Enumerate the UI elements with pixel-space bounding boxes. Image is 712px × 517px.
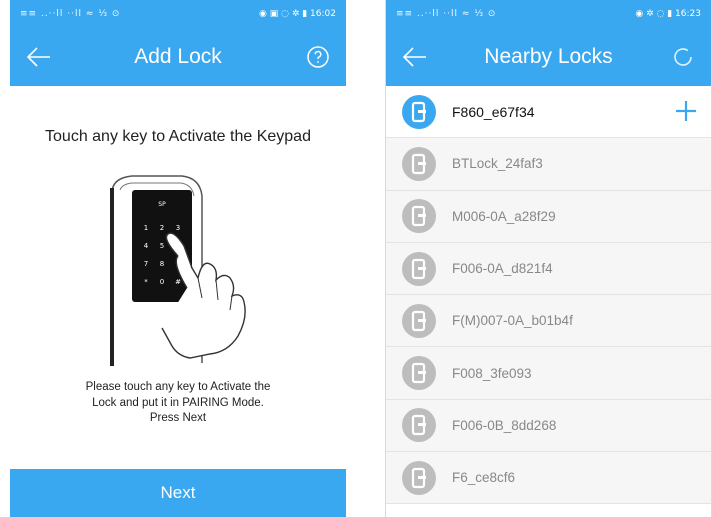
instruction-text: Please touch any key to Activate the Loc… [50, 380, 306, 427]
keypad-illustration: 123456789*0# SP [110, 175, 246, 366]
keypad-key: 4 [144, 242, 149, 250]
status-signal: ≡≡ ..‧‧ll ‧‧ll ≈ ⅓ ⊙ [396, 9, 497, 19]
status-bar: ≡≡ ..‧‧ll ‧‧ll ≈ ⅓ ⊙ ◉ ✲ ◌ ▮ 16:23 [386, 0, 711, 28]
lock-name: F008_3fe093 [452, 365, 532, 381]
lock-list-item[interactable]: F(M)007-0A_b01b4f [386, 295, 711, 348]
lock-device-icon [402, 408, 436, 443]
lock-device-icon [402, 303, 436, 338]
lock-device-icon [402, 356, 436, 391]
keypad-key: 1 [144, 224, 148, 232]
keypad-key: 8 [160, 260, 164, 268]
lock-list-item[interactable]: BTLock_24faf3 [386, 138, 711, 191]
page-title: Nearby Locks [484, 45, 613, 68]
lock-name: M006-0A_a28f29 [452, 208, 556, 224]
lock-name: F6_ce8cf6 [452, 470, 516, 486]
instruction-line: Please touch any key to Activate the [85, 381, 271, 393]
lock-name: F006-0B_8dd268 [452, 417, 557, 433]
refresh-icon[interactable] [671, 45, 695, 69]
lock-device-icon [402, 146, 436, 181]
lock-list-item[interactable]: F006-0B_8dd268 [386, 399, 711, 453]
lock-name: F006-0A_d821f4 [452, 261, 553, 277]
plus-icon[interactable] [673, 98, 699, 124]
nearby-lock-list: F860_e67f34 BTLock_24faf3 M006-0A_a28f29 F0… [386, 86, 711, 505]
app-bar: Nearby Locks [386, 28, 711, 86]
keypad-key: 5 [160, 242, 164, 250]
status-bar: ≡≡ ..‧‧ll ‧‧ll ≈ ⅓ ⊙ ◉ ▣ ◌ ✲ ▮ 16:02 [10, 0, 346, 28]
keypad-key: 2 [160, 224, 164, 232]
lock-device-icon [402, 460, 436, 495]
lock-list-item[interactable]: F008_3fe093 [386, 347, 711, 400]
keypad-key: 7 [144, 260, 148, 268]
instruction-line: Lock and put it in PAIRING Mode. [92, 396, 264, 409]
lock-device-icon [402, 94, 436, 129]
instruction-title: Touch any key to Activate the Keypad [45, 128, 311, 145]
add-lock-screen: ≡≡ ..‧‧ll ‧‧ll ≈ ⅓ ⊙ ◉ ▣ ◌ ✲ ▮ 16:02 Add… [10, 0, 346, 517]
lock-list-item[interactable]: F6_ce8cf6 [386, 452, 711, 505]
keypad-brand: SP [158, 201, 166, 208]
lock-list-item[interactable]: M006-0A_a28f29 [386, 190, 711, 243]
lock-name: F(M)007-0A_b01b4f [452, 313, 573, 329]
keypad-key: * [144, 278, 148, 286]
app-bar: Add Lock [10, 28, 346, 86]
lock-list-item[interactable]: F860_e67f34 [386, 86, 711, 139]
help-circle-icon[interactable] [306, 45, 330, 69]
status-signal: ≡≡ ..‧‧ll ‧‧ll ≈ ⅓ ⊙ [20, 9, 121, 19]
page-title: Add Lock [134, 45, 222, 68]
next-button[interactable]: Next [10, 469, 346, 517]
lock-name: F860_e67f34 [452, 103, 535, 120]
lock-device-icon [402, 251, 436, 286]
status-clock: ◉ ▣ ◌ ✲ ▮ 16:02 [259, 9, 336, 19]
lock-list-item[interactable]: F006-0A_d821f4 [386, 242, 711, 296]
nearby-locks-screen: ≡≡ ..‧‧ll ‧‧ll ≈ ⅓ ⊙ ◉ ✲ ◌ ▮ 16:23 Nearb… [385, 0, 712, 517]
arrow-left-icon[interactable] [24, 43, 54, 71]
lock-name: BTLock_24faf3 [452, 156, 543, 172]
instruction-line: Press Next [149, 412, 207, 424]
arrow-left-icon[interactable] [400, 43, 430, 71]
keypad-key: 0 [160, 278, 164, 286]
keypad-key: # [175, 278, 181, 286]
status-clock: ◉ ✲ ◌ ▮ 16:23 [635, 9, 701, 19]
keypad-key: 3 [176, 224, 180, 232]
lock-device-icon [402, 199, 436, 234]
